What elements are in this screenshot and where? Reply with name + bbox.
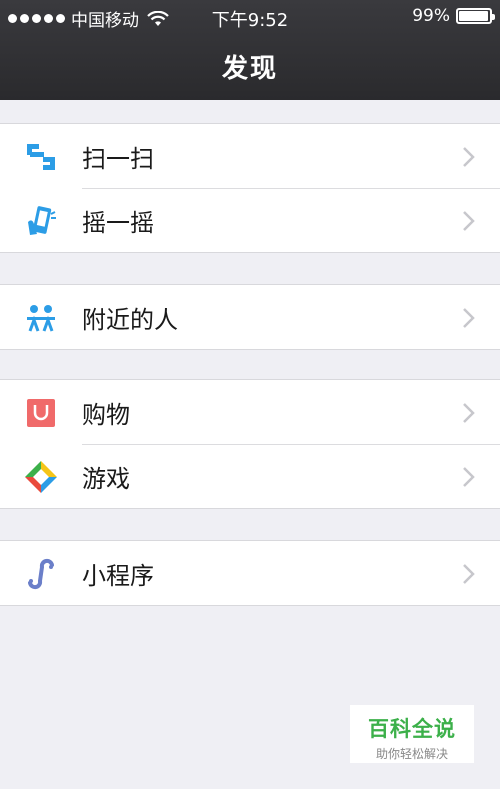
menu-group-2: 附近的人 [0,284,500,350]
menu-group-4: 小程序 [0,540,500,606]
people-nearby-icon [27,305,55,332]
watermark-subtitle: 助你轻松解决 [375,747,448,761]
scan-icon [27,144,55,170]
battery-icon [456,8,495,24]
menu-item-games[interactable]: 游戏 [0,444,500,508]
games-icon [25,461,57,493]
menu-item-label: 购物 [82,400,130,429]
menu-item-label: 附近的人 [82,305,178,334]
menu-item-shake[interactable]: 摇一摇 [0,188,500,252]
menu-group-1: 扫一扫 摇一摇 [0,123,500,253]
chevron-right-icon [463,308,475,328]
menu-item-label: 摇一摇 [82,208,154,237]
chevron-right-icon [463,211,475,231]
battery-percent: 99% [412,6,450,26]
chevron-right-icon [463,467,475,487]
menu-item-label: 小程序 [82,561,154,590]
nav-header: 中国移动 下午9:52 99% 发现 [0,0,500,100]
menu-item-people-nearby[interactable]: 附近的人 [0,285,500,349]
chevron-right-icon [463,403,475,423]
menu-item-label: 游戏 [82,464,130,493]
status-bar: 中国移动 下午9:52 99% [0,0,500,34]
menu-item-label: 扫一扫 [82,144,154,173]
menu-item-shopping[interactable]: 购物 [0,380,500,444]
menu-group-3: 购物 游戏 [0,379,500,509]
menu-item-mini-program[interactable]: 小程序 [0,541,500,605]
shopping-bag-icon [27,399,55,427]
menu-item-scan[interactable]: 扫一扫 [0,124,500,188]
shake-phone-icon [28,206,56,235]
chevron-right-icon [463,147,475,167]
watermark-title: 百科全说 [368,717,456,741]
mini-program-icon [28,558,54,590]
watermark-logo: 百科全说 助你轻松解决 [350,705,474,763]
page-title: 发现 [221,54,278,84]
status-right: 99% [412,6,495,26]
chevron-right-icon [463,564,475,584]
